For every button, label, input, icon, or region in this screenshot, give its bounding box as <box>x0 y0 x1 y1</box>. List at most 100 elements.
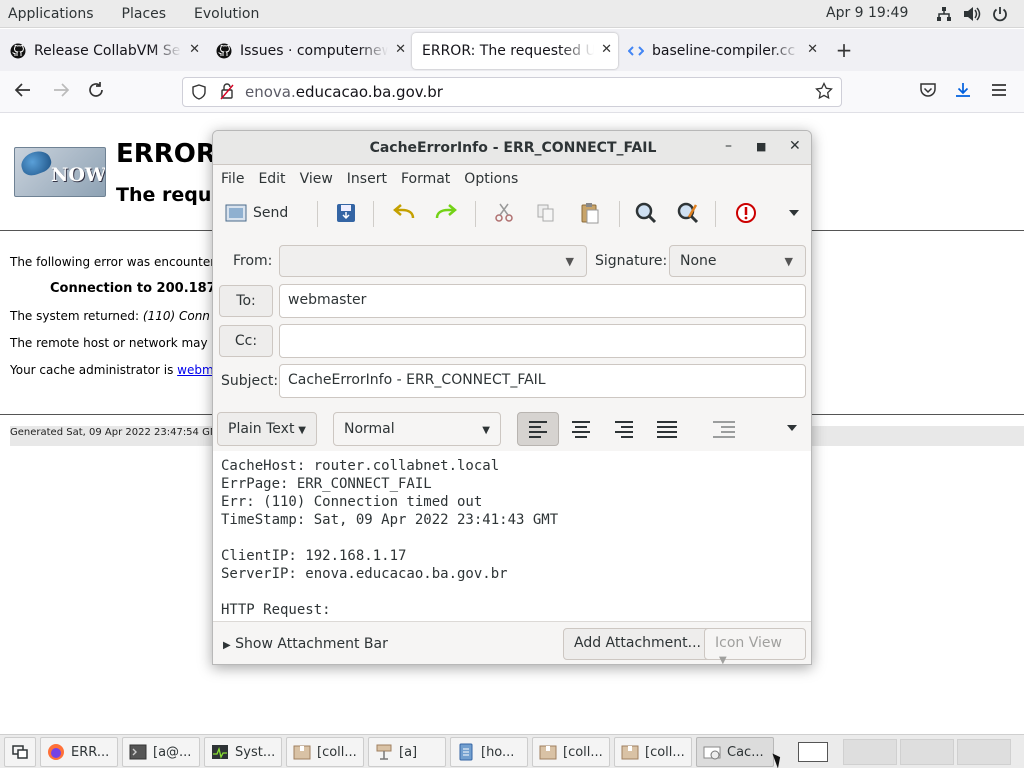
volume-icon[interactable] <box>962 4 982 24</box>
signature-select[interactable]: None ▼ <box>669 245 806 277</box>
justify-button[interactable] <box>646 412 688 446</box>
save-draft-button[interactable] <box>335 201 357 225</box>
menu-file[interactable]: File <box>221 171 252 187</box>
show-desktop-button[interactable] <box>4 737 36 767</box>
url-text[interactable]: enova.educacao.ba.gov.br <box>245 83 443 101</box>
tab-baseline-compiler[interactable]: baseline-compiler.cc - C ✕ <box>618 33 824 69</box>
menu-edit[interactable]: Edit <box>258 171 293 187</box>
taskbar-item-compose[interactable]: Cac... <box>696 737 774 767</box>
squid-now-logo: NOW <box>14 147 106 197</box>
folder-icon <box>293 743 311 761</box>
to-button[interactable]: To: <box>219 285 273 317</box>
forward-icon[interactable] <box>52 81 70 104</box>
workspace-1[interactable] <box>798 742 828 762</box>
error-intro: The following error was encounter <box>10 255 216 269</box>
reload-icon[interactable] <box>87 81 105 104</box>
hamburger-menu-icon[interactable] <box>990 81 1008 104</box>
message-body-editor[interactable]: CacheHost: router.collabnet.local ErrPag… <box>213 451 811 621</box>
taskbar-item-folder-2[interactable]: [coll... <box>532 737 610 767</box>
menu-options[interactable]: Options <box>464 171 526 187</box>
from-label: From: <box>233 253 273 269</box>
tab-issues[interactable]: Issues · computernewb ✕ <box>206 33 412 69</box>
subject-field[interactable]: CacheErrorInfo - ERR_CONNECT_FAIL <box>279 364 806 398</box>
tracking-protection-icon[interactable] <box>191 84 207 104</box>
taskbar-item-firefox[interactable]: ERR... <box>40 737 118 767</box>
undo-icon <box>393 202 415 224</box>
menu-format[interactable]: Format <box>401 171 458 187</box>
new-tab-button[interactable]: + <box>824 38 864 62</box>
system-monitor-icon <box>211 743 229 761</box>
taskbar-item-network[interactable]: [a] <box>368 737 446 767</box>
close-tab-icon[interactable]: ✕ <box>395 42 406 57</box>
align-left-button[interactable] <box>517 412 559 446</box>
show-attachment-bar-toggle[interactable]: ▶ Show Attachment Bar <box>223 636 388 652</box>
paste-button[interactable] <box>579 201 601 225</box>
signature-label: Signature: <box>595 253 668 269</box>
clock[interactable]: Apr 9 19:49 <box>826 5 908 21</box>
minimize-icon[interactable]: – <box>725 138 732 154</box>
from-account-select[interactable]: ▼ <box>279 245 587 277</box>
priority-button[interactable] <box>735 201 757 225</box>
copy-button[interactable] <box>535 201 557 225</box>
applications-menu[interactable]: Applications <box>0 6 108 22</box>
tab-release-collabvm[interactable]: Release CollabVM Serv ✕ <box>0 33 206 69</box>
to-field[interactable]: webmaster <box>279 284 806 318</box>
taskbar-item-terminal[interactable]: [a@... <box>122 737 200 767</box>
send-button[interactable]: Send <box>225 201 288 225</box>
cut-button[interactable] <box>493 201 515 225</box>
format-overflow-button[interactable] <box>771 412 811 446</box>
taskbar-item-system-monitor[interactable]: Syst... <box>204 737 282 767</box>
paragraph-style-select[interactable]: Normal ▼ <box>333 412 501 446</box>
find-button[interactable] <box>635 201 657 225</box>
power-icon[interactable] <box>990 4 1010 24</box>
workspace-4[interactable] <box>957 739 1011 765</box>
find-replace-button[interactable] <box>677 201 699 225</box>
downloads-icon[interactable] <box>954 81 972 104</box>
dialog-title: CacheErrorInfo - ERR_CONNECT_FAIL <box>369 140 657 156</box>
back-icon[interactable] <box>14 81 32 104</box>
error-heading: ERROR <box>116 139 216 169</box>
unindent-button[interactable] <box>703 412 745 446</box>
menu-view[interactable]: View <box>300 171 341 187</box>
cc-field[interactable] <box>279 324 806 358</box>
icon-view-select[interactable]: Icon View ▼ <box>704 628 806 664</box>
body-line <box>221 529 805 547</box>
toolbar-overflow-button[interactable] <box>783 201 805 225</box>
taskbar-item-folder-1[interactable]: [coll... <box>286 737 364 767</box>
scissors-icon <box>493 202 515 224</box>
dialog-titlebar[interactable]: CacheErrorInfo - ERR_CONNECT_FAIL – ■ ✕ <box>213 131 811 165</box>
close-tab-icon[interactable]: ✕ <box>189 42 200 57</box>
tab-error-active[interactable]: ERROR: The requested URL ✕ <box>412 33 618 69</box>
url-bar[interactable]: enova.educacao.ba.gov.br <box>182 77 842 107</box>
close-tab-icon[interactable]: ✕ <box>807 42 818 57</box>
workspace-3[interactable] <box>900 739 954 765</box>
page-info-icon[interactable] <box>219 82 235 104</box>
system-returned: The system returned: (110) Conn <box>10 309 210 323</box>
align-left-icon <box>529 420 547 438</box>
maximize-icon[interactable]: ■ <box>756 140 766 153</box>
workspace-2[interactable] <box>843 739 897 765</box>
close-dialog-icon[interactable]: ✕ <box>789 138 801 154</box>
evolution-menu[interactable]: Evolution <box>180 6 273 22</box>
network-icon[interactable] <box>934 4 954 24</box>
taskbar-item-folder-3[interactable]: [coll... <box>614 737 692 767</box>
menu-insert[interactable]: Insert <box>347 171 395 187</box>
show-desktop-icon <box>11 743 29 761</box>
align-right-button[interactable] <box>603 412 645 446</box>
redo-icon <box>435 202 457 224</box>
admin-email-link[interactable]: webm <box>177 363 214 377</box>
taskbar: ERR... [a@... Syst... [coll... [a] [ho..… <box>0 734 1024 768</box>
paste-icon <box>579 202 601 224</box>
bookmark-star-icon[interactable] <box>815 81 833 104</box>
close-tab-icon[interactable]: ✕ <box>601 42 612 57</box>
pocket-icon[interactable] <box>919 81 937 104</box>
places-menu[interactable]: Places <box>108 6 181 22</box>
tab-title: Issues · computernewb <box>240 43 388 59</box>
undo-button[interactable] <box>393 201 415 225</box>
format-mode-select[interactable]: Plain Text ▼ <box>217 412 317 446</box>
add-attachment-button[interactable]: Add Attachment... <box>563 628 712 660</box>
redo-button[interactable] <box>435 201 457 225</box>
align-center-button[interactable] <box>560 412 602 446</box>
cc-button[interactable]: Cc: <box>219 325 273 357</box>
taskbar-item-document[interactable]: [ho... <box>450 737 528 767</box>
